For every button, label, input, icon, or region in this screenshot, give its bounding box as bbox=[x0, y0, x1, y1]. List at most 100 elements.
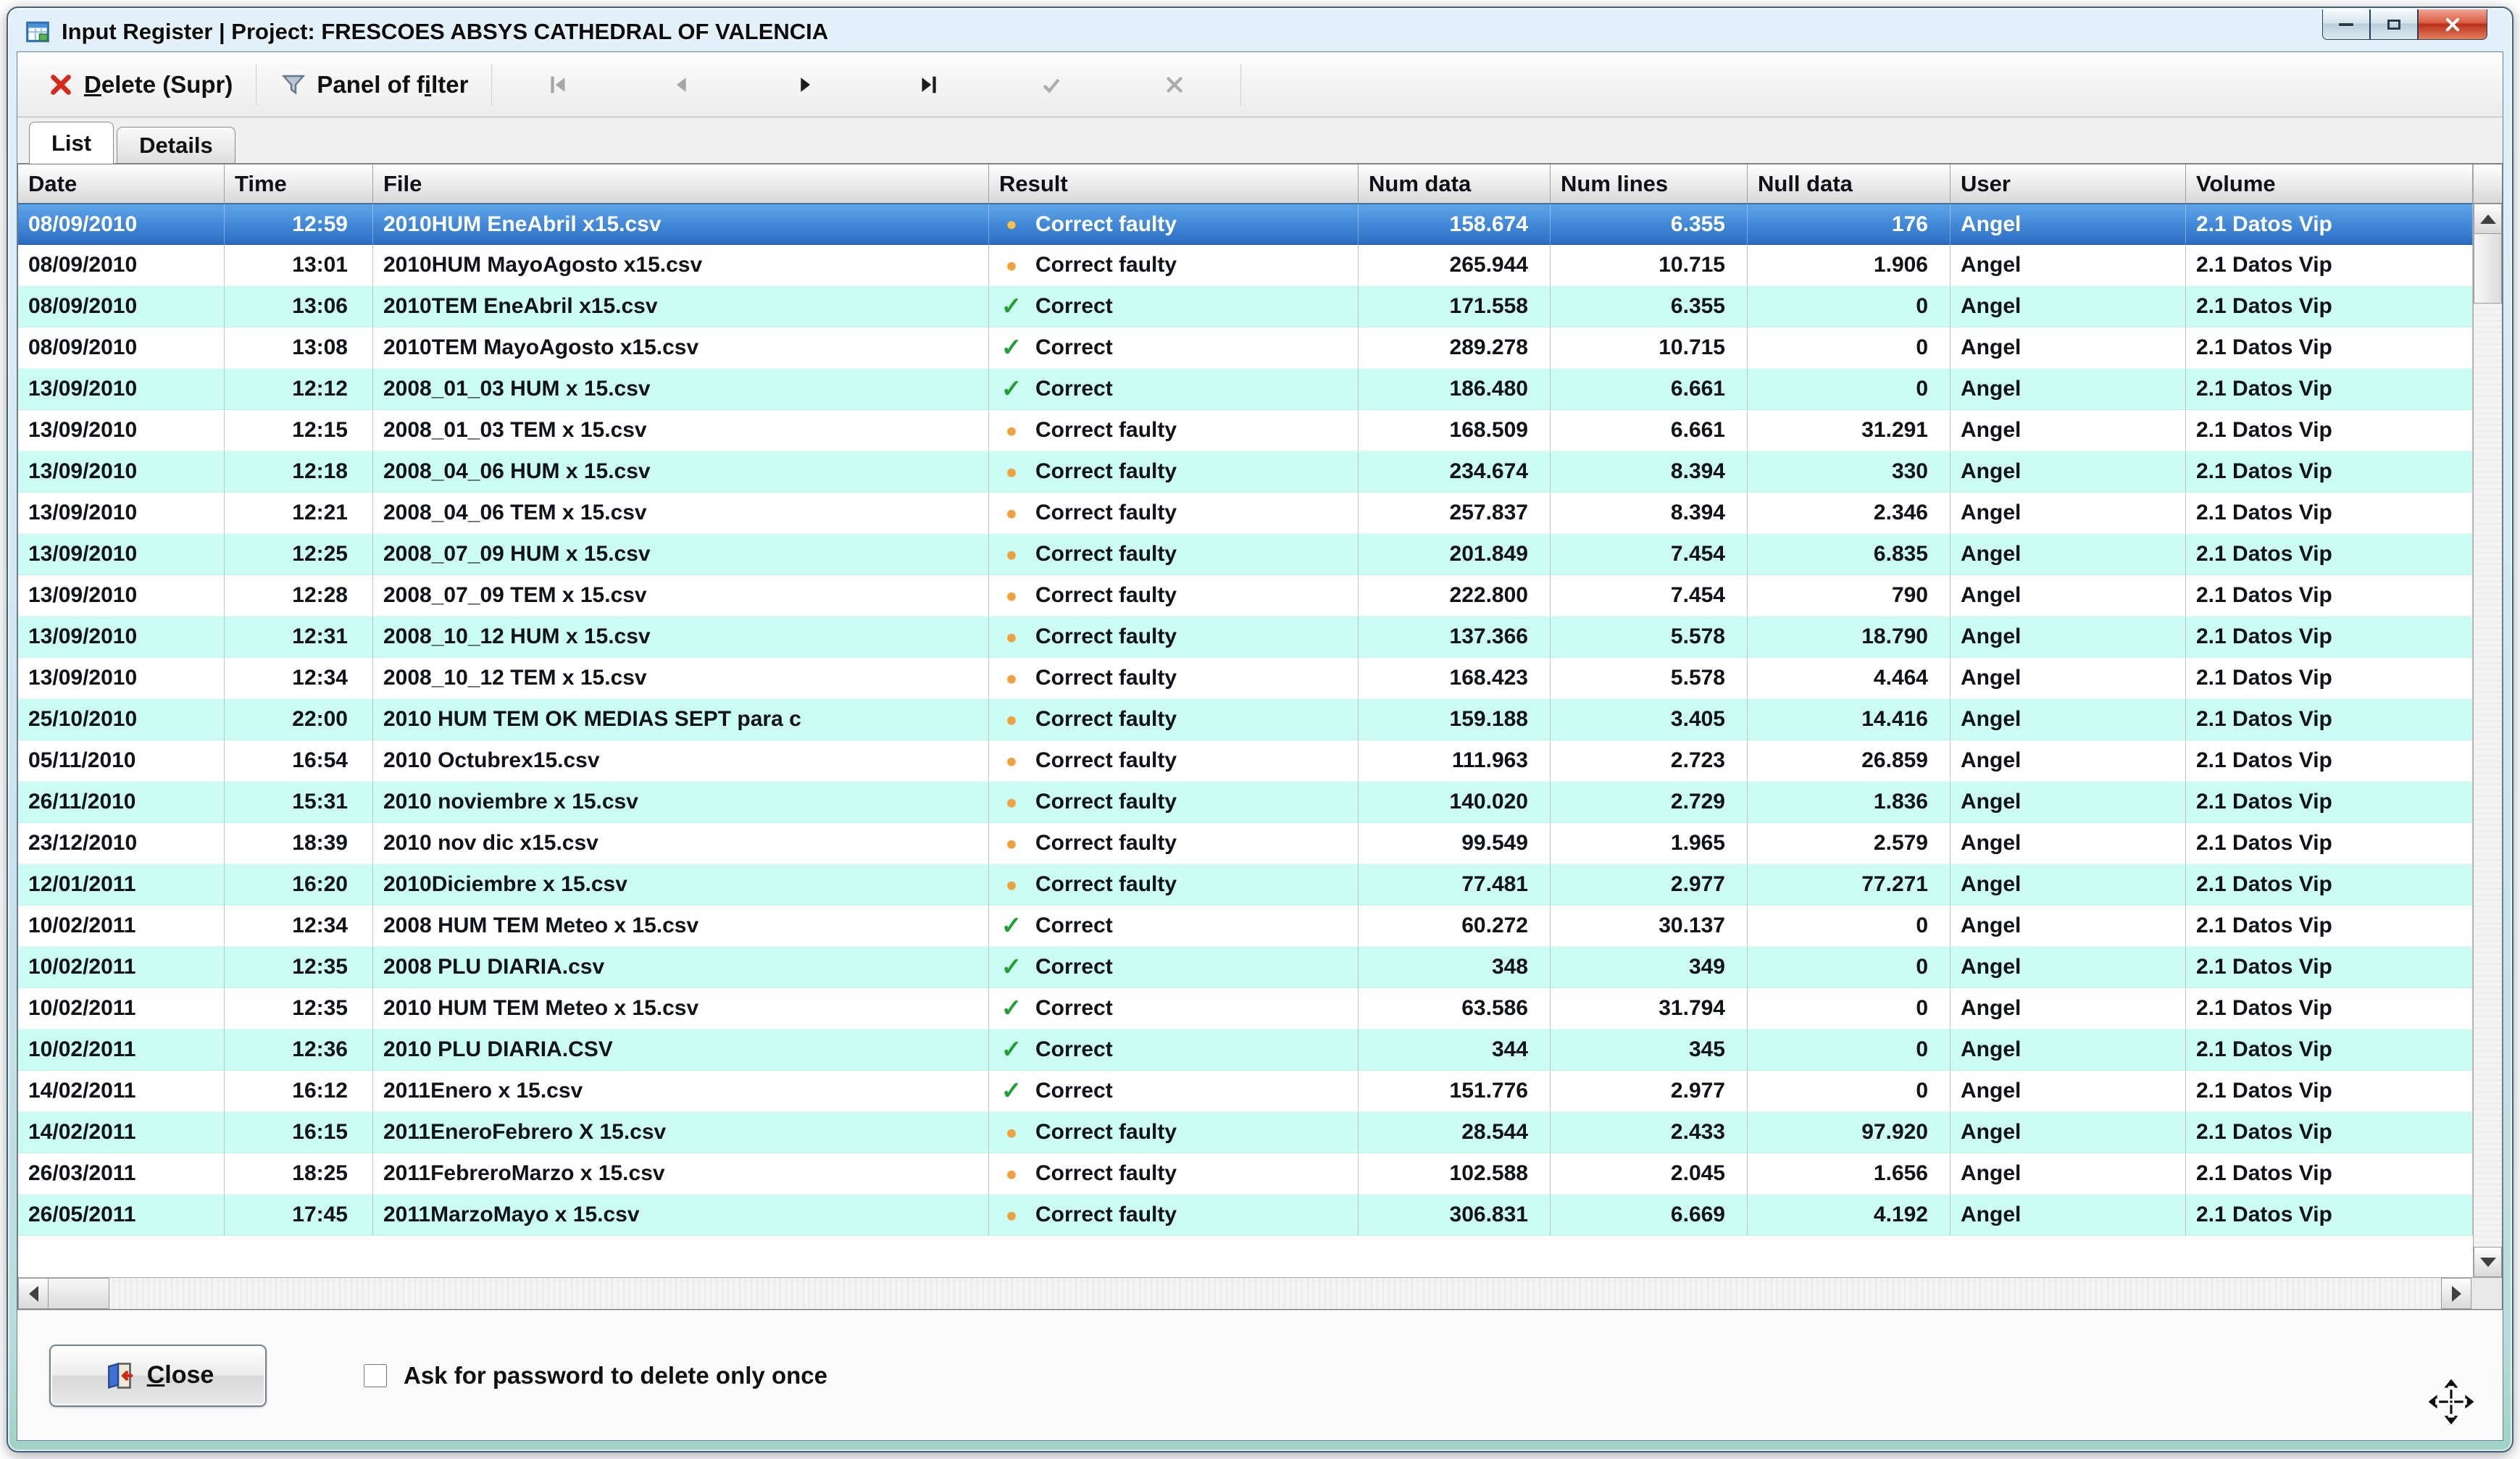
scroll-left-button[interactable] bbox=[18, 1278, 49, 1309]
close-window-button[interactable] bbox=[2418, 9, 2487, 40]
cell-null-data: 4.192 bbox=[1748, 1195, 1951, 1236]
cell-volume: 2.1 Datos Vip bbox=[2186, 451, 2473, 493]
cell-file: 2008_04_06 TEM x 15.csv bbox=[373, 493, 989, 534]
table-row[interactable]: 26/05/2011 17:45 2011MarzoMayo x 15.csv … bbox=[18, 1195, 2473, 1236]
cell-time: 18:39 bbox=[225, 823, 373, 864]
table-row[interactable]: 14/02/2011 16:12 2011Enero x 15.csv ✓ Co… bbox=[18, 1071, 2473, 1112]
cell-result: ✓ Correct bbox=[989, 327, 1359, 369]
table-row[interactable]: 08/09/2010 12:59 2010HUM EneAbril x15.cs… bbox=[18, 204, 2473, 245]
nav-next-button[interactable] bbox=[743, 60, 867, 109]
scroll-right-button[interactable] bbox=[2441, 1278, 2471, 1309]
cell-user: Angel bbox=[1951, 534, 2186, 575]
cell-user: Angel bbox=[1951, 1112, 2186, 1153]
table-row[interactable]: 12/01/2011 16:20 2010Diciembre x 15.csv … bbox=[18, 864, 2473, 906]
column-header-user[interactable]: User bbox=[1951, 164, 2186, 204]
table-row[interactable]: 10/02/2011 12:35 2008 PLU DIARIA.csv ✓ C… bbox=[18, 947, 2473, 988]
tab-details[interactable]: Details bbox=[117, 127, 235, 163]
horizontal-scroll-thumb[interactable] bbox=[49, 1278, 109, 1309]
cell-null-data: 2.579 bbox=[1748, 823, 1951, 864]
cell-volume: 2.1 Datos Vip bbox=[2186, 245, 2473, 286]
table-row[interactable]: 10/02/2011 12:36 2010 PLU DIARIA.CSV ✓ C… bbox=[18, 1029, 2473, 1071]
column-header-file[interactable]: File bbox=[373, 164, 989, 204]
table-row[interactable]: 13/09/2010 12:25 2008_07_09 HUM x 15.csv… bbox=[18, 534, 2473, 575]
vertical-scroll-thumb[interactable] bbox=[2474, 234, 2502, 304]
cell-date: 26/05/2011 bbox=[18, 1195, 225, 1236]
result-text: Correct bbox=[1035, 996, 1113, 1020]
cell-time: 12:34 bbox=[225, 906, 373, 947]
nav-prior-button[interactable] bbox=[620, 60, 743, 109]
scroll-down-button[interactable] bbox=[2474, 1247, 2502, 1277]
column-header-null-data[interactable]: Null data bbox=[1748, 164, 1951, 204]
nav-cancel-button[interactable] bbox=[1113, 60, 1236, 109]
table-row[interactable]: 23/12/2010 18:39 2010 nov dic x15.csv ● … bbox=[18, 823, 2473, 864]
cell-num-data: 158.674 bbox=[1359, 204, 1551, 245]
result-status-icon: ● bbox=[1006, 625, 1017, 648]
nav-last-button[interactable] bbox=[867, 60, 990, 109]
column-header-volume[interactable]: Volume bbox=[2186, 164, 2473, 204]
cell-num-data: 137.366 bbox=[1359, 616, 1551, 658]
table-row[interactable]: 13/09/2010 12:21 2008_04_06 TEM x 15.csv… bbox=[18, 493, 2473, 534]
cell-volume: 2.1 Datos Vip bbox=[2186, 658, 2473, 699]
cell-user: Angel bbox=[1951, 245, 2186, 286]
table-row[interactable]: 13/09/2010 12:18 2008_04_06 HUM x 15.csv… bbox=[18, 451, 2473, 493]
table-row[interactable]: 25/10/2010 22:00 2010 HUM TEM OK MEDIAS … bbox=[18, 699, 2473, 740]
table-row[interactable]: 05/11/2010 16:54 2010 Octubrex15.csv ● C… bbox=[18, 740, 2473, 782]
vertical-scroll-track[interactable] bbox=[2474, 304, 2502, 1247]
close-button[interactable]: Close bbox=[49, 1344, 267, 1407]
column-header-result[interactable]: Result bbox=[989, 164, 1359, 204]
cell-num-lines: 6.355 bbox=[1551, 204, 1748, 245]
table-row[interactable]: 13/09/2010 12:31 2008_10_12 HUM x 15.csv… bbox=[18, 616, 2473, 658]
cell-time: 16:15 bbox=[225, 1112, 373, 1153]
cell-num-data: 102.588 bbox=[1359, 1153, 1551, 1195]
password-checkbox[interactable] bbox=[364, 1363, 387, 1387]
table-row[interactable]: 10/02/2011 12:35 2010 HUM TEM Meteo x 15… bbox=[18, 988, 2473, 1029]
cell-num-lines: 5.578 bbox=[1551, 658, 1748, 699]
table-row[interactable]: 14/02/2011 16:15 2011EneroFebrero X 15.c… bbox=[18, 1112, 2473, 1153]
cell-user: Angel bbox=[1951, 823, 2186, 864]
nav-edit-button[interactable] bbox=[990, 60, 1113, 109]
horizontal-scroll-track[interactable] bbox=[109, 1278, 2441, 1309]
table-row[interactable]: 13/09/2010 12:28 2008_07_09 TEM x 15.csv… bbox=[18, 575, 2473, 616]
minimize-button[interactable] bbox=[2322, 9, 2370, 40]
cell-user: Angel bbox=[1951, 575, 2186, 616]
cell-file: 2011EneroFebrero X 15.csv bbox=[373, 1112, 989, 1153]
cell-volume: 2.1 Datos Vip bbox=[2186, 823, 2473, 864]
result-text: Correct bbox=[1035, 955, 1113, 979]
delete-button[interactable]: Delete (Supr) bbox=[29, 58, 251, 112]
table-row[interactable]: 26/03/2011 18:25 2011FebreroMarzo x 15.c… bbox=[18, 1153, 2473, 1195]
tab-list[interactable]: List bbox=[29, 122, 114, 164]
move-handle[interactable] bbox=[2424, 1375, 2478, 1429]
scroll-up-button[interactable] bbox=[2474, 204, 2502, 234]
title-bar[interactable]: Input Register | Project: FRESCOES ABSYS… bbox=[17, 12, 2503, 51]
cell-null-data: 6.835 bbox=[1748, 534, 1951, 575]
panel-of-filter-button[interactable]: Panel of filter bbox=[262, 58, 487, 112]
cell-num-lines: 6.355 bbox=[1551, 286, 1748, 327]
maximize-button[interactable] bbox=[2370, 9, 2418, 40]
cell-null-data: 1.906 bbox=[1748, 245, 1951, 286]
table-row[interactable]: 13/09/2010 12:34 2008_10_12 TEM x 15.csv… bbox=[18, 658, 2473, 699]
cell-time: 12:31 bbox=[225, 616, 373, 658]
cell-null-data: 14.416 bbox=[1748, 699, 1951, 740]
cell-user: Angel bbox=[1951, 1029, 2186, 1071]
cell-time: 17:45 bbox=[225, 1195, 373, 1236]
cell-num-data: 111.963 bbox=[1359, 740, 1551, 782]
cell-result: ● Correct faulty bbox=[989, 658, 1359, 699]
table-row[interactable]: 08/09/2010 13:06 2010TEM EneAbril x15.cs… bbox=[18, 286, 2473, 327]
table-row[interactable]: 08/09/2010 13:08 2010TEM MayoAgosto x15.… bbox=[18, 327, 2473, 369]
result-text: Correct faulty bbox=[1035, 418, 1177, 442]
cell-volume: 2.1 Datos Vip bbox=[2186, 1195, 2473, 1236]
cell-file: 2010 PLU DIARIA.CSV bbox=[373, 1029, 989, 1071]
cell-null-data: 77.271 bbox=[1748, 864, 1951, 906]
table-row[interactable]: 10/02/2011 12:34 2008 HUM TEM Meteo x 15… bbox=[18, 906, 2473, 947]
table-row[interactable]: 08/09/2010 13:01 2010HUM MayoAgosto x15.… bbox=[18, 245, 2473, 286]
column-header-num-data[interactable]: Num data bbox=[1359, 164, 1551, 204]
toolbar-separator bbox=[1240, 63, 1243, 106]
window-title: Input Register | Project: FRESCOES ABSYS… bbox=[62, 19, 829, 44]
column-header-num-lines[interactable]: Num lines bbox=[1551, 164, 1748, 204]
table-row[interactable]: 13/09/2010 12:15 2008_01_03 TEM x 15.csv… bbox=[18, 410, 2473, 451]
nav-first-button[interactable] bbox=[497, 60, 620, 109]
table-row[interactable]: 13/09/2010 12:12 2008_01_03 HUM x 15.csv… bbox=[18, 369, 2473, 410]
column-header-time[interactable]: Time bbox=[225, 164, 373, 204]
column-header-date[interactable]: Date bbox=[18, 164, 225, 204]
table-row[interactable]: 26/11/2010 15:31 2010 noviembre x 15.csv… bbox=[18, 782, 2473, 823]
